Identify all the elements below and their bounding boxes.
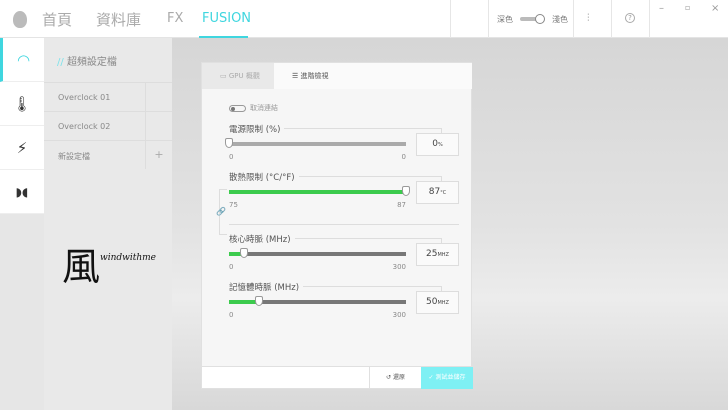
thermometer-icon[interactable]: 🌡	[0, 82, 44, 126]
profile-item[interactable]: Overclock 01	[44, 82, 174, 112]
slider-max: 0	[401, 153, 406, 161]
slider-thumb[interactable]	[225, 138, 233, 148]
slider-label: 核心時脈 (MHz)	[229, 233, 295, 245]
slider-max: 87	[397, 201, 406, 209]
theme-toggle[interactable]	[518, 14, 545, 24]
nav-library[interactable]: 資料庫	[96, 9, 141, 30]
slider-thumb[interactable]	[239, 248, 248, 258]
slider-track[interactable]	[229, 248, 406, 258]
fusion-logo-icon[interactable]: ◗◖	[0, 170, 44, 214]
add-icon[interactable]: +	[145, 141, 172, 169]
link-icon[interactable]: 🔗	[216, 207, 226, 216]
slider-max: 300	[392, 311, 406, 319]
close-icon[interactable]: ×	[711, 3, 719, 14]
slider-label: 電源限制 (%)	[229, 123, 285, 135]
title-bar: 首頁 資料庫 FX FUSION 深色 淺色 ⫶ ? – ▫ ×	[0, 0, 728, 38]
watermark-signature: 風 windwithme	[62, 245, 156, 289]
nav-fx[interactable]: FX	[167, 11, 183, 26]
slider-label: 散熱限制 (°C/°F)	[229, 171, 299, 183]
revert-button[interactable]: ↺ 還原	[369, 367, 421, 389]
profile-item[interactable]: Overclock 02	[44, 111, 172, 140]
alienware-logo-icon[interactable]	[13, 11, 27, 28]
slider-min: 75	[229, 201, 238, 209]
slider-label: 記憶體時脈 (MHz)	[229, 281, 304, 293]
help-icon[interactable]: ?	[625, 13, 635, 23]
theme-light-label: 淺色	[552, 15, 568, 24]
slider-value-input[interactable]: 25MHZ	[416, 243, 459, 266]
slider-min: 0	[229, 153, 234, 161]
slider-thumb[interactable]	[402, 186, 410, 196]
sidebar-title: // 超頻設定檔	[57, 57, 117, 68]
new-profile-item[interactable]: 新設定檔 +	[44, 140, 172, 169]
restore-icon[interactable]: ▫	[685, 3, 690, 12]
slider-min: 0	[229, 311, 234, 319]
slider-value-input[interactable]: 50MHZ	[416, 291, 459, 314]
slider-value-input[interactable]: 0%	[416, 133, 459, 156]
minimize-icon[interactable]: –	[659, 3, 664, 14]
test-save-button[interactable]: ✓ 測試並儲存	[421, 367, 473, 389]
power-plug-icon[interactable]: ⚡	[0, 126, 44, 170]
slider-max: 300	[392, 263, 406, 271]
slider-thumb[interactable]	[254, 296, 263, 306]
theme-dark-label: 深色	[497, 15, 513, 24]
sliders-settings-icon[interactable]: ⫶	[587, 13, 590, 24]
slider-track[interactable]	[225, 138, 406, 148]
slider-track[interactable]	[229, 186, 410, 196]
panel-footer: ↺ 還原 ✓ 測試並儲存	[202, 366, 473, 389]
nav-home[interactable]: 首頁	[42, 9, 72, 30]
profile-sidebar: // 超頻設定檔 Overclock 01 Overclock 02 新設定檔 +	[44, 38, 174, 410]
slider-value-input[interactable]: 87°C	[416, 181, 459, 204]
slider-min: 0	[229, 263, 234, 271]
gauge-icon[interactable]: ◠	[0, 38, 44, 82]
slider-track[interactable]	[229, 296, 406, 306]
overclock-panel: ▭ GPU 概觀 ☰ 進階檢視 取消連結 電源限制 (%) 0 0 0% 散熱限…	[201, 62, 473, 389]
tab-gpu-overview[interactable]: ▭ GPU 概觀	[202, 63, 274, 89]
tab-advanced-view[interactable]: ☰ 進階檢視	[274, 63, 472, 89]
unlink-toggle[interactable]: 取消連結	[229, 103, 278, 113]
nav-fusion[interactable]: FUSION	[202, 11, 251, 26]
